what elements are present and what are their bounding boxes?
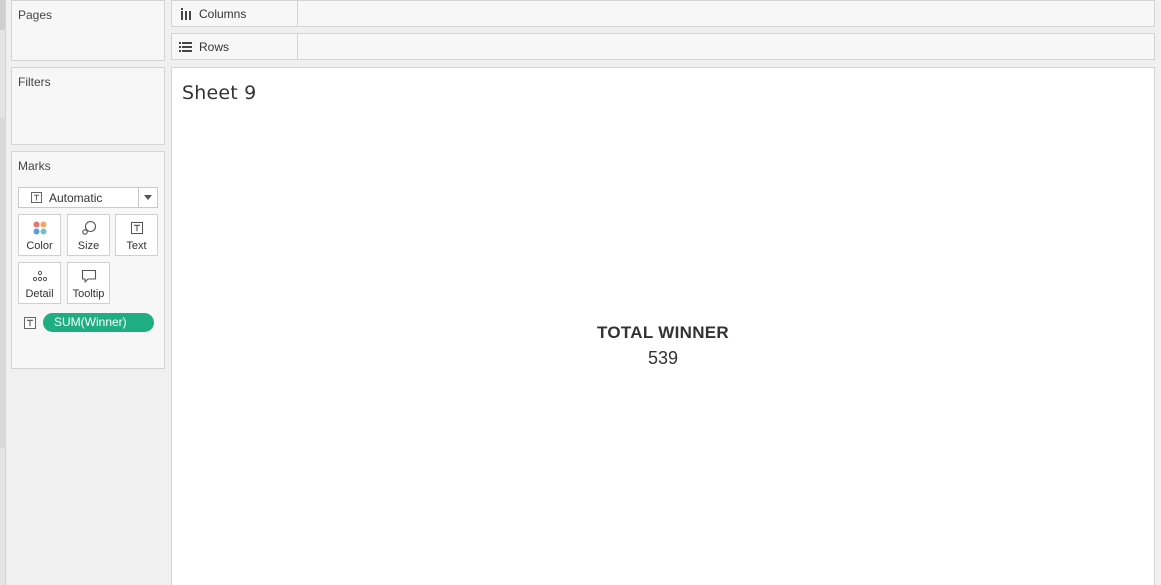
sum-winner-pill[interactable]: SUM(Winner)	[43, 313, 154, 332]
size-button[interactable]: Size	[67, 214, 110, 256]
detail-button-label: Detail	[25, 288, 54, 300]
size-button-label: Size	[77, 240, 100, 252]
edge-segment	[0, 0, 5, 30]
sheet-title[interactable]: Sheet 9	[182, 82, 256, 104]
tooltip-button-label: Tooltip	[72, 288, 105, 300]
edge-segment	[0, 118, 5, 448]
rows-label: Rows	[199, 39, 230, 54]
tableau-workspace: Pages Filters Marks Automatic Color Size…	[0, 0, 1161, 585]
filters-card[interactable]: Filters	[11, 67, 165, 145]
kpi-value[interactable]: 539	[172, 348, 1154, 369]
pages-card[interactable]: Pages	[11, 0, 165, 61]
filters-card-title: Filters	[18, 75, 51, 89]
rows-drop-zone[interactable]	[298, 34, 1154, 59]
text-icon[interactable]	[24, 316, 36, 334]
columns-shelf: Columns	[171, 0, 1155, 27]
color-icon	[19, 220, 60, 236]
detail-button[interactable]: Detail	[18, 262, 61, 304]
color-button-label: Color	[26, 240, 53, 252]
view-canvas[interactable]: Sheet 9 TOTAL WINNER 539	[171, 67, 1155, 585]
chevron-down-icon[interactable]	[138, 188, 157, 207]
marks-card-title: Marks	[18, 159, 51, 173]
columns-drop-zone[interactable]	[298, 1, 1154, 26]
tooltip-button[interactable]: Tooltip	[67, 262, 110, 304]
text-icon	[116, 220, 157, 236]
mark-type-label: Automatic	[49, 191, 103, 205]
marks-card: Marks	[11, 151, 165, 369]
side-edge	[0, 0, 6, 585]
detail-icon	[19, 268, 60, 284]
text-button[interactable]: Text	[115, 214, 158, 256]
rows-shelf-label: Rows	[172, 34, 298, 59]
columns-icon	[179, 7, 193, 20]
pages-card-title: Pages	[18, 8, 53, 22]
columns-shelf-label: Columns	[172, 1, 298, 26]
kpi-label[interactable]: TOTAL WINNER	[172, 323, 1154, 343]
color-button[interactable]: Color	[18, 214, 61, 256]
text-mark-icon	[31, 192, 42, 206]
rows-icon	[179, 41, 193, 53]
mark-type-dropdown[interactable]: Automatic	[18, 187, 158, 208]
rows-shelf: Rows	[171, 33, 1155, 60]
text-button-label: Text	[126, 240, 147, 252]
size-icon	[68, 220, 109, 236]
columns-label: Columns	[199, 6, 247, 21]
tooltip-icon	[68, 268, 109, 284]
